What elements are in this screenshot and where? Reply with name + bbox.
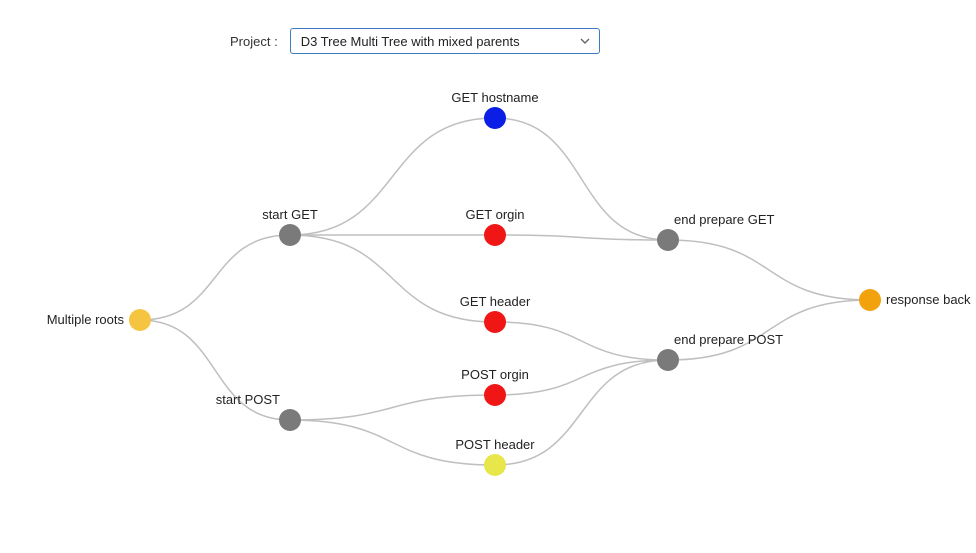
graph-node-startGet[interactable]: start GET: [262, 207, 318, 246]
graph-node-label: GET hostname: [451, 90, 538, 105]
graph-node-label: GET orgin: [465, 207, 524, 222]
graph-node-label: POST orgin: [461, 367, 529, 382]
graph-node-postOrigin[interactable]: POST orgin: [461, 367, 529, 406]
graph-node-postHeader[interactable]: POST header: [455, 437, 535, 476]
graph-edge: [668, 300, 870, 360]
graph-canvas: Multiple roots start GET start POST GET hos…: [0, 0, 976, 553]
graph-edge: [140, 235, 290, 320]
graph-node-label: GET header: [460, 294, 531, 309]
graph-node-label: POST header: [455, 437, 535, 452]
graph-node-endPost[interactable]: end prepare POST: [657, 332, 783, 371]
graph-node-root[interactable]: Multiple roots: [47, 309, 151, 331]
graph-node-label: end prepare POST: [674, 332, 783, 347]
graph-node-label: end prepare GET: [674, 212, 775, 227]
graph-node-label: Multiple roots: [47, 312, 125, 327]
graph-node-startPost[interactable]: start POST: [216, 392, 301, 431]
graph-node-getHeader[interactable]: GET header: [460, 294, 531, 333]
graph-node-label: start POST: [216, 392, 280, 407]
graph-node-response[interactable]: response back: [859, 289, 971, 311]
graph-node-getOrigin[interactable]: GET orgin: [465, 207, 524, 246]
graph-node-label: response back: [886, 292, 971, 307]
graph-edge: [668, 240, 870, 300]
graph-edge: [290, 395, 495, 420]
graph-edge: [290, 118, 495, 235]
graph-edge: [495, 322, 668, 360]
graph-node-label: start GET: [262, 207, 318, 222]
